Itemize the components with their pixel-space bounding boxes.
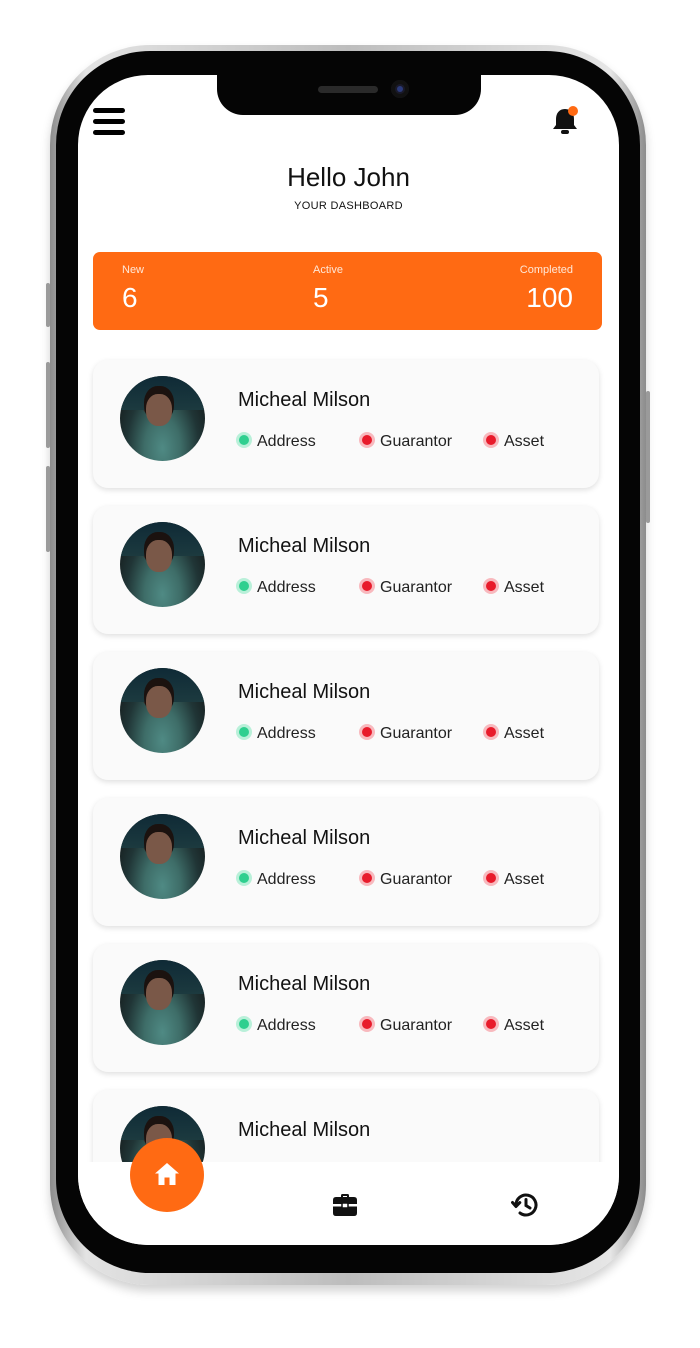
status-dot-red	[362, 873, 372, 883]
avatar	[120, 376, 205, 461]
list-item[interactable]: Micheal Milson Address Guarantor Asset	[93, 506, 599, 634]
status-tag: Guarantor	[362, 725, 452, 743]
side-button	[46, 362, 50, 448]
status-dot-red	[362, 435, 372, 445]
tag-label: Asset	[504, 871, 545, 888]
status-dot-red	[486, 727, 496, 737]
status-dot-red	[486, 1019, 496, 1029]
tag-label: Guarantor	[380, 433, 453, 450]
briefcase-icon[interactable]	[332, 1192, 358, 1222]
status-dot-green	[239, 1019, 249, 1029]
speaker	[318, 86, 378, 93]
status-dot-green	[239, 727, 249, 737]
side-button	[646, 391, 650, 523]
dashboard-subtitle: YOUR DASHBOARD	[294, 200, 403, 212]
status-tag: Guarantor	[362, 1017, 452, 1035]
tag-label: Address	[257, 579, 316, 596]
status-dot-red	[362, 1019, 372, 1029]
status-tag: Address	[239, 579, 316, 597]
status-tag: Address	[239, 433, 316, 451]
stat-label: New	[122, 264, 145, 276]
avatar	[120, 960, 205, 1045]
status-tag: Guarantor	[362, 433, 452, 451]
status-tag: Guarantor	[362, 871, 452, 889]
person-name: Micheal Milson	[238, 973, 371, 995]
stat-value: 5	[313, 282, 329, 313]
tag-label: Address	[257, 725, 316, 742]
list-item[interactable]: Micheal Milson Address Guarantor Asset	[93, 798, 599, 926]
list-item[interactable]: Micheal Milson Address Guarantor Asset	[93, 360, 599, 488]
status-dot-red	[486, 435, 496, 445]
stat-value: 100	[526, 282, 573, 313]
tag-label: Guarantor	[380, 871, 453, 888]
status-dot-red	[486, 581, 496, 591]
person-name: Micheal Milson	[238, 827, 371, 849]
stat-label: Completed	[519, 264, 573, 276]
status-tag: Asset	[486, 579, 544, 597]
status-tag: Address	[239, 871, 316, 889]
list-item[interactable]: Micheal Milson Address Guarantor Asset	[93, 652, 599, 780]
person-name: Micheal Milson	[238, 1119, 371, 1141]
hamburger-menu-icon[interactable]	[93, 108, 125, 136]
status-tag: Guarantor	[362, 579, 452, 597]
tag-label: Address	[257, 871, 316, 888]
notch	[217, 75, 481, 115]
status-dot-red	[486, 873, 496, 883]
status-dot-green	[239, 873, 249, 883]
app-screen: Hello John YOUR DASHBOARD New 6 Active 5…	[78, 75, 619, 1245]
avatar	[120, 668, 205, 753]
tag-label: Asset	[504, 1017, 545, 1034]
tag-label: Address	[257, 433, 316, 450]
status-dot-red	[362, 581, 372, 591]
home-icon[interactable]	[130, 1138, 204, 1212]
status-dot-red	[362, 727, 372, 737]
front-camera	[391, 80, 409, 98]
stat-completed[interactable]: Completed 100	[520, 264, 573, 314]
stat-active[interactable]: Active 5	[313, 264, 343, 314]
tag-label: Address	[257, 1017, 316, 1034]
status-tag: Asset	[486, 871, 544, 889]
tag-label: Asset	[504, 725, 545, 742]
status-tag: Address	[239, 725, 316, 743]
person-name: Micheal Milson	[238, 535, 371, 557]
status-dot-green	[239, 435, 249, 445]
tag-label: Guarantor	[380, 725, 453, 742]
tag-label: Asset	[504, 579, 545, 596]
bell-icon[interactable]	[550, 105, 580, 139]
stat-new[interactable]: New 6	[122, 264, 144, 314]
stat-label: Active	[313, 264, 343, 276]
avatar	[120, 814, 205, 899]
person-name: Micheal Milson	[238, 389, 371, 411]
status-dot-green	[239, 581, 249, 591]
history-icon[interactable]	[511, 1191, 539, 1223]
status-tag: Asset	[486, 725, 544, 743]
greeting: Hello John	[287, 162, 410, 192]
list-item[interactable]: Micheal Milson Address Guarantor Asset	[93, 944, 599, 1072]
tag-label: Asset	[504, 433, 545, 450]
stat-value: 6	[122, 282, 138, 313]
side-button	[46, 283, 50, 327]
tag-label: Guarantor	[380, 579, 453, 596]
stats-banner: New 6 Active 5 Completed 100	[93, 252, 602, 330]
avatar	[120, 522, 205, 607]
status-tag: Asset	[486, 1017, 544, 1035]
status-tag: Asset	[486, 433, 544, 451]
side-button	[46, 466, 50, 552]
status-tag: Address	[239, 1017, 316, 1035]
tag-label: Guarantor	[380, 1017, 453, 1034]
person-name: Micheal Milson	[238, 681, 371, 703]
notification-dot	[568, 106, 578, 116]
